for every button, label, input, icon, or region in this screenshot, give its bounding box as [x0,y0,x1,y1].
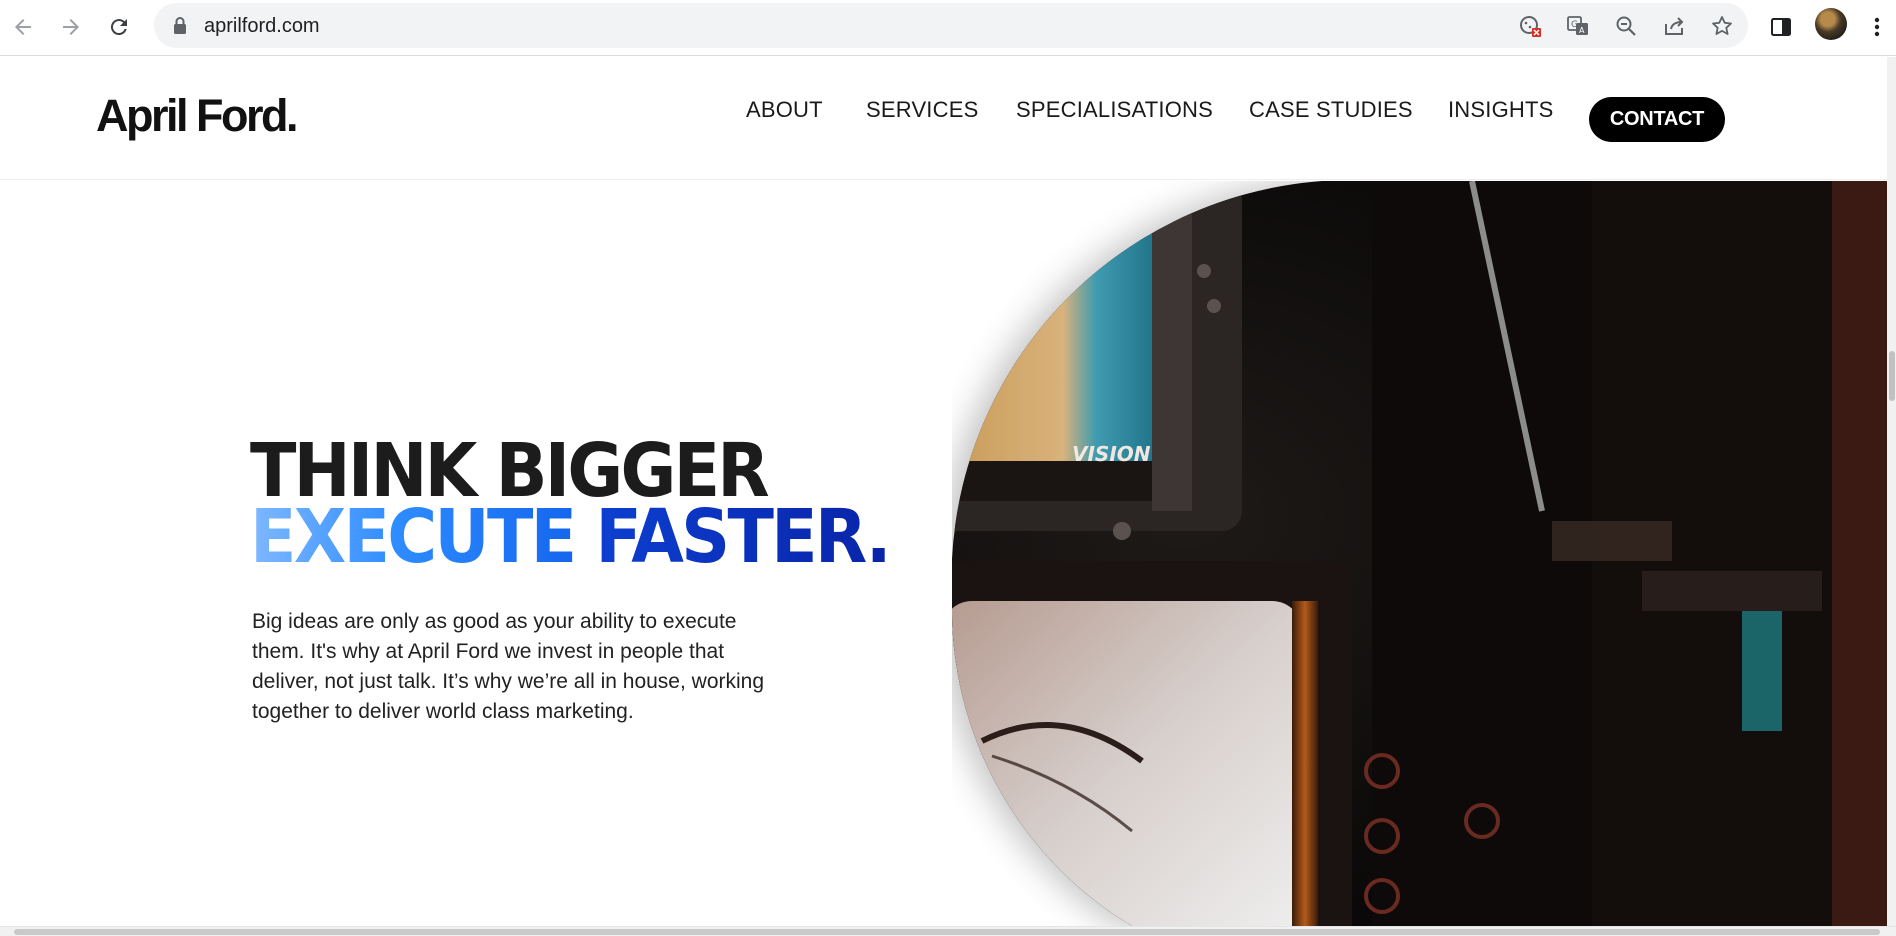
hero-word-execute: EXECUTE [250,494,577,580]
forward-icon [63,19,79,35]
zoom-button[interactable] [1612,13,1640,39]
horizontal-scrollbar[interactable] [0,926,1896,936]
back-icon [15,19,31,35]
bookmark-star-icon [1712,16,1732,35]
chrome-menu-button[interactable] [1858,8,1896,46]
hero-word-faster: FASTER. [595,494,891,580]
translate-icon: GA [1567,16,1588,35]
cookie-blocked-button[interactable] [1516,13,1544,39]
hero-intro-text: Big ideas are only as good as your abili… [252,610,765,723]
lock-icon[interactable] [172,16,188,36]
hero-video-image: VISION [952,181,1887,926]
reload-icon [110,19,127,36]
contact-button[interactable]: CONTACT [1589,97,1725,142]
hero-headline-line2: EXECUTE FASTER. [250,500,892,574]
webpage: April Ford. ABOUT SERVICES SPECIALISATIO… [0,57,1887,926]
cookie-blocked-icon [1520,16,1541,37]
browser-toolbar: aprilford.com GA [0,0,1896,56]
site-header: April Ford. ABOUT SERVICES SPECIALISATIO… [0,57,1887,180]
vertical-scrollbar[interactable] [1887,57,1896,926]
side-panel-icon [1771,18,1791,36]
tv-vision-text: VISION [1072,442,1151,466]
nav-case-studies[interactable]: CASE STUDIES [1249,97,1413,123]
nav-services[interactable]: SERVICES [866,97,978,123]
bookmark-button[interactable] [1708,13,1736,39]
menu-icon [1874,17,1880,37]
translate-button[interactable]: GA [1564,13,1592,39]
site-logo[interactable]: April Ford. [96,90,298,142]
share-icon [1665,17,1684,35]
profile-avatar[interactable] [1815,8,1847,40]
nav-insights[interactable]: INSIGHTS [1448,97,1554,123]
back-button[interactable] [4,8,42,46]
share-button[interactable] [1660,13,1688,39]
horizontal-scroll-thumb[interactable] [14,929,1880,935]
url-text[interactable]: aprilford.com [204,15,320,38]
svg-text:A: A [1579,26,1585,35]
address-bar[interactable]: aprilford.com GA [154,3,1748,48]
nav-specialisations[interactable]: SPECIALISATIONS [1016,97,1213,123]
reload-button[interactable] [100,8,138,46]
forward-button[interactable] [52,8,90,46]
zoom-icon [1616,16,1636,36]
vertical-scroll-thumb[interactable] [1889,351,1895,401]
side-panel-button[interactable] [1762,8,1800,46]
nav-about[interactable]: ABOUT [746,97,823,123]
